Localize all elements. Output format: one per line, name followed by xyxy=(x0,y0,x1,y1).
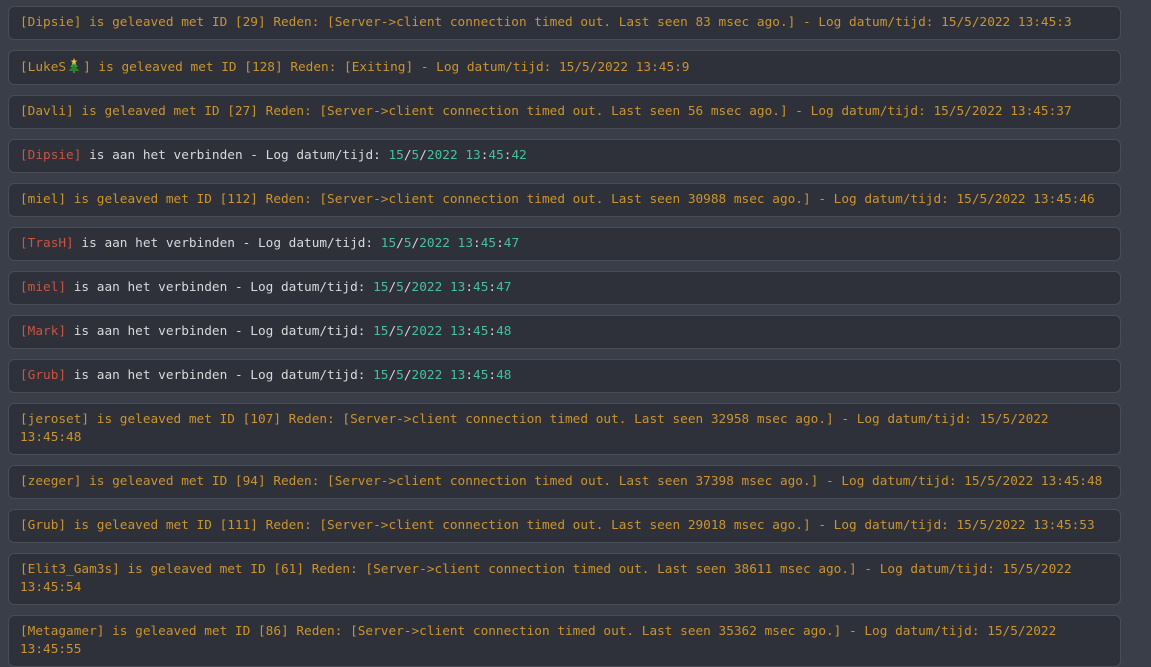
log-text: [zeeger] is geleaved met ID [94] Reden: … xyxy=(20,474,1102,489)
player-name: [Grub] xyxy=(20,368,66,383)
log-datetime: 15/5/2022 13:45:48 xyxy=(373,324,511,339)
log-text: [Davli] is geleaved met ID [27] Reden: [… xyxy=(20,104,1072,119)
log-datetime: 15/5/2022 13:45:42 xyxy=(388,148,526,163)
log-entry: [Davli] is geleaved met ID [27] Reden: [… xyxy=(8,95,1121,129)
log-entry: [Dipsie] is aan het verbinden - Log datu… xyxy=(8,139,1121,173)
log-text: ] is geleaved met ID [128] Reden: [Exiti… xyxy=(83,60,689,75)
log-text: is aan het verbinden - Log datum/tijd: xyxy=(81,148,388,163)
log-entry: [miel] is geleaved met ID [112] Reden: [… xyxy=(8,183,1121,217)
log-datetime: 15/5/2022 13:45:47 xyxy=(373,280,511,295)
christmas-tree-icon xyxy=(67,58,81,73)
log-text: is aan het verbinden - Log datum/tijd: xyxy=(66,324,373,339)
player-name: [Dipsie] xyxy=(20,148,81,163)
log-text: [Grub] is geleaved met ID [111] Reden: [… xyxy=(20,518,1095,533)
log-text: is aan het verbinden - Log datum/tijd: xyxy=(66,280,373,295)
log-text: [LukeS xyxy=(20,60,66,75)
log-entry: [Metagamer] is geleaved met ID [86] Rede… xyxy=(8,615,1121,667)
log-entry: [jeroset] is geleaved met ID [107] Reden… xyxy=(8,403,1121,455)
log-text: is aan het verbinden - Log datum/tijd: xyxy=(74,236,381,251)
log-datetime: 15/5/2022 13:45:47 xyxy=(381,236,519,251)
log-list: [Dipsie] is geleaved met ID [29] Reden: … xyxy=(8,6,1121,667)
log-entry: [Elit3_Gam3s] is geleaved met ID [61] Re… xyxy=(8,553,1121,605)
log-text: [Metagamer] is geleaved met ID [86] Rede… xyxy=(20,624,1056,657)
log-entry: [Grub] is geleaved met ID [111] Reden: [… xyxy=(8,509,1121,543)
log-entry: [TrasH] is aan het verbinden - Log datum… xyxy=(8,227,1121,261)
player-name: [Mark] xyxy=(20,324,66,339)
log-text: [jeroset] is geleaved met ID [107] Reden… xyxy=(20,412,1049,445)
log-entry: [zeeger] is geleaved met ID [94] Reden: … xyxy=(8,465,1121,499)
player-name: [TrasH] xyxy=(20,236,74,251)
log-entry: [Mark] is aan het verbinden - Log datum/… xyxy=(8,315,1121,349)
log-entry: [LukeS ] is geleaved met ID [128] Reden: … xyxy=(8,50,1121,85)
log-entry: [miel] is aan het verbinden - Log datum/… xyxy=(8,271,1121,305)
log-entry: [Grub] is aan het verbinden - Log datum/… xyxy=(8,359,1121,393)
player-name: [miel] xyxy=(20,280,66,295)
log-text: [Dipsie] is geleaved met ID [29] Reden: … xyxy=(20,15,1072,30)
log-text: [miel] is geleaved met ID [112] Reden: [… xyxy=(20,192,1095,207)
log-text: [Elit3_Gam3s] is geleaved met ID [61] Re… xyxy=(20,562,1072,595)
log-text: is aan het verbinden - Log datum/tijd: xyxy=(66,368,373,383)
log-entry: [Dipsie] is geleaved met ID [29] Reden: … xyxy=(8,6,1121,40)
log-datetime: 15/5/2022 13:45:48 xyxy=(373,368,511,383)
